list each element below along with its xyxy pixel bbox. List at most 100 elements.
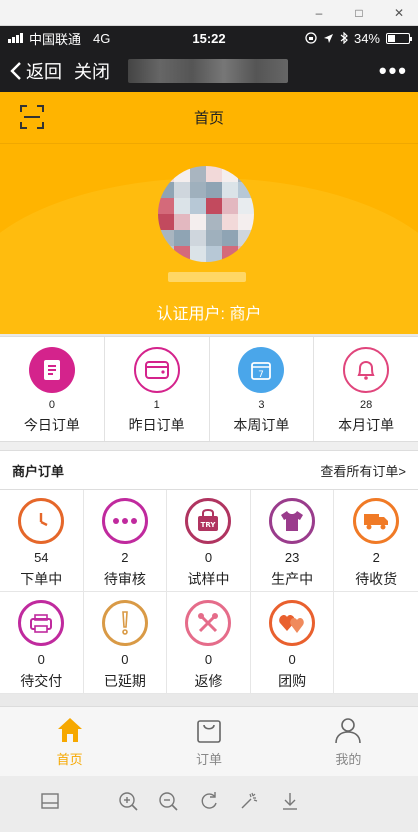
more-menu-button[interactable]: ••• bbox=[379, 58, 408, 84]
stat-label: 本月订单 bbox=[338, 417, 395, 433]
svg-text:7: 7 bbox=[259, 370, 265, 380]
minimize-button[interactable]: – bbox=[310, 6, 328, 20]
status-group-buy[interactable]: 0 团购 bbox=[250, 592, 335, 694]
close-window-button[interactable]: ✕ bbox=[390, 6, 408, 20]
back-button[interactable]: 返回 bbox=[10, 58, 62, 84]
signal-icon bbox=[8, 33, 23, 43]
viewer-toolbar bbox=[0, 776, 418, 832]
avatar[interactable] bbox=[158, 166, 254, 262]
stat-today[interactable]: 0 今日订单 bbox=[0, 337, 105, 441]
status-label: 生产中 bbox=[271, 571, 314, 587]
status-count: 0 bbox=[121, 652, 129, 667]
stat-count: 28 bbox=[360, 399, 373, 411]
status-count: 2 bbox=[372, 550, 380, 565]
status-count: 0 bbox=[204, 652, 213, 667]
stat-label: 本周订单 bbox=[233, 417, 290, 433]
status-ordering[interactable]: 54 下单中 bbox=[0, 490, 84, 592]
exclamation-icon bbox=[101, 600, 148, 646]
tab-label: 订单 bbox=[195, 752, 222, 767]
username-blurred bbox=[168, 272, 246, 282]
magic-wand-icon[interactable] bbox=[238, 790, 260, 812]
stat-count: 1 bbox=[153, 399, 160, 411]
status-producing[interactable]: 23 生产中 bbox=[250, 490, 335, 592]
status-label: 待收货 bbox=[355, 571, 398, 587]
status-awaiting-receipt[interactable]: 2 待收货 bbox=[334, 490, 418, 592]
tab-mine[interactable]: 我的 bbox=[279, 707, 418, 776]
home-icon bbox=[57, 718, 82, 742]
tab-orders[interactable]: 订单 bbox=[139, 707, 278, 776]
scan-icon[interactable] bbox=[20, 105, 44, 129]
status-label: 待交付 bbox=[20, 673, 63, 689]
calendar-icon: 7 bbox=[238, 347, 285, 393]
stat-yesterday[interactable]: 1 昨日订单 bbox=[105, 337, 210, 441]
tshirt-icon bbox=[269, 498, 316, 544]
bell-icon bbox=[343, 347, 390, 393]
close-button[interactable]: 关闭 bbox=[74, 58, 110, 84]
profile-hero: 认证用户: 商户 bbox=[0, 144, 418, 334]
user-icon bbox=[335, 718, 362, 744]
tab-bar: 首页 订单 我的 bbox=[0, 706, 418, 776]
maximize-button[interactable]: □ bbox=[350, 6, 368, 20]
merchant-orders-header: 商户订单 查看所有订单> bbox=[0, 450, 418, 490]
section-divider bbox=[0, 442, 418, 450]
stat-month[interactable]: 28 本月订单 bbox=[314, 337, 418, 441]
truck-icon bbox=[353, 498, 400, 544]
status-awaiting-delivery[interactable]: 0 待交付 bbox=[0, 592, 84, 694]
nav-bar: 返回 关闭 ••• bbox=[0, 50, 418, 92]
tab-home[interactable]: 首页 bbox=[0, 707, 139, 776]
bluetooth-icon bbox=[340, 32, 348, 44]
status-bar: 中国联通 4G 15:22 34% bbox=[0, 26, 418, 50]
empty-cell bbox=[334, 592, 418, 694]
clock-icon bbox=[18, 498, 65, 544]
printer-icon bbox=[18, 600, 65, 646]
status-sampling[interactable]: TRY 0 试样中 bbox=[167, 490, 251, 592]
rotate-icon[interactable] bbox=[198, 790, 220, 812]
status-count: 23 bbox=[284, 550, 300, 565]
verified-user-label: 认证用户: 商户 bbox=[156, 306, 262, 323]
battery-icon bbox=[386, 32, 412, 44]
layout-icon[interactable] bbox=[39, 790, 61, 812]
stat-count: 0 bbox=[48, 399, 55, 411]
status-label: 团购 bbox=[278, 673, 307, 689]
window-titlebar: – □ ✕ bbox=[0, 0, 418, 26]
status-label: 返修 bbox=[194, 673, 223, 689]
chevron-left-icon bbox=[10, 62, 21, 80]
back-label: 返回 bbox=[26, 62, 62, 82]
page-title: 首页 bbox=[193, 110, 224, 127]
order-status-grid: 54 下单中 2 待审核 TRY 0 试样中 23 生产中 2 待收货 0 待交… bbox=[0, 490, 418, 694]
hearts-icon bbox=[269, 600, 316, 646]
status-count: 54 bbox=[34, 550, 49, 565]
order-stats: 0 今日订单 1 昨日订单 7 3 本周订单 28 本月订单 bbox=[0, 336, 418, 442]
try-bag-icon: TRY bbox=[185, 498, 232, 544]
stat-count: 3 bbox=[258, 399, 265, 411]
network-label: 4G bbox=[93, 30, 111, 46]
stat-label: 昨日订单 bbox=[128, 417, 185, 433]
lock-rotation-icon bbox=[305, 32, 317, 44]
carrier-label: 中国联通 bbox=[29, 31, 82, 47]
status-pending-review[interactable]: 2 待审核 bbox=[83, 490, 168, 592]
bag-icon bbox=[197, 720, 221, 743]
document-icon bbox=[28, 347, 75, 393]
battery-percent: 34% bbox=[353, 30, 380, 46]
tools-icon bbox=[185, 600, 232, 646]
status-count: 0 bbox=[204, 550, 213, 565]
location-icon bbox=[323, 33, 333, 43]
view-all-orders-link[interactable]: 查看所有订单> bbox=[320, 461, 406, 480]
status-count: 0 bbox=[288, 652, 296, 667]
zoom-in-icon[interactable] bbox=[117, 790, 139, 812]
zoom-out-icon[interactable] bbox=[157, 790, 179, 812]
status-label: 待审核 bbox=[103, 571, 146, 587]
status-label: 已延期 bbox=[103, 673, 146, 689]
status-count: 0 bbox=[37, 652, 45, 667]
download-icon[interactable] bbox=[279, 790, 301, 812]
tab-label: 首页 bbox=[56, 752, 83, 767]
status-repair[interactable]: 0 返修 bbox=[167, 592, 251, 694]
app-header: 首页 bbox=[0, 92, 418, 144]
stat-week[interactable]: 7 3 本周订单 bbox=[210, 337, 315, 441]
page-title-blurred bbox=[128, 59, 288, 83]
wallet-icon bbox=[133, 347, 180, 393]
svg-text:TRY: TRY bbox=[201, 521, 217, 529]
section-title: 商户订单 bbox=[12, 463, 65, 479]
tab-label: 我的 bbox=[335, 752, 362, 767]
status-delayed[interactable]: 0 已延期 bbox=[83, 592, 168, 694]
